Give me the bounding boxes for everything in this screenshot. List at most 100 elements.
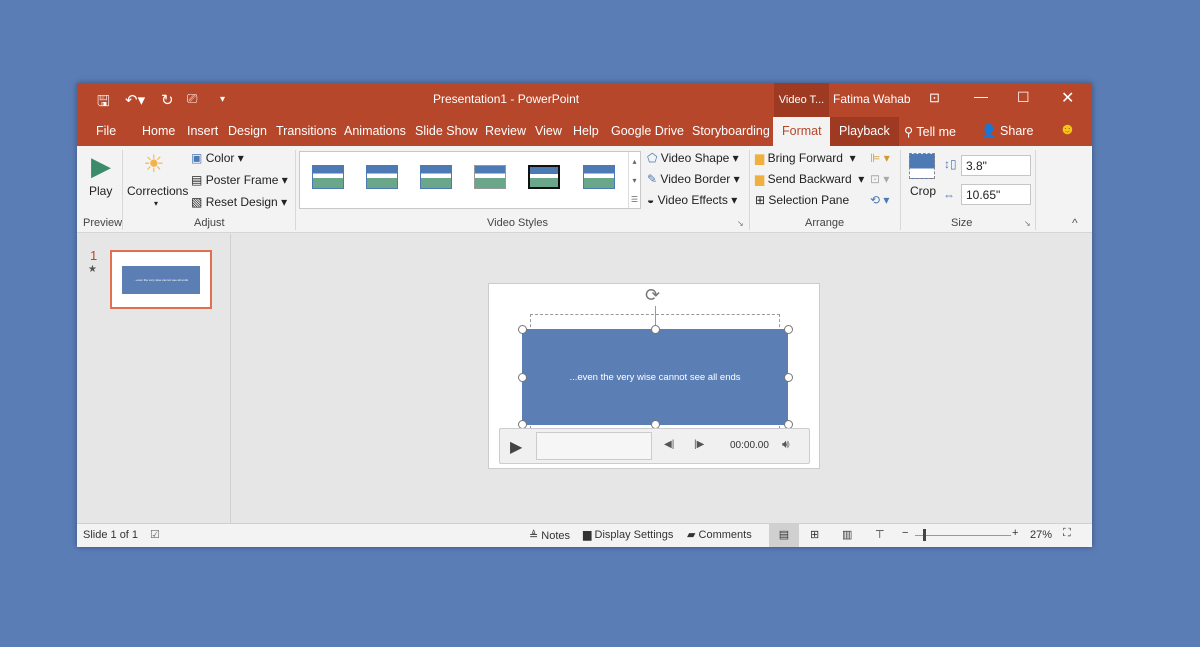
- tab-animations[interactable]: Animations: [344, 124, 406, 138]
- normal-view-button[interactable]: ▤: [769, 524, 799, 547]
- redo-icon[interactable]: ↻: [161, 91, 174, 109]
- video-styles-gallery[interactable]: ▴ ▾ ☰: [299, 151, 641, 209]
- slide-sorter-button[interactable]: ⊞: [810, 528, 819, 541]
- play-icon[interactable]: ▶: [510, 437, 522, 457]
- play-icon[interactable]: ▶: [91, 151, 111, 182]
- resize-handle[interactable]: [518, 325, 527, 334]
- powerpoint-window: 🖫 ↶▾ ↻ ⎚ ▾ Presentation1 - PowerPoint Vi…: [77, 83, 1092, 547]
- slide-thumbnail-pane: 1 ★ ...even the very wise cannot see all…: [77, 234, 231, 523]
- zoom-slider-thumb[interactable]: [923, 529, 926, 541]
- title-bar: 🖫 ↶▾ ↻ ⎚ ▾ Presentation1 - PowerPoint Vi…: [77, 83, 1092, 147]
- tab-review[interactable]: Review: [485, 124, 526, 138]
- video-style-1[interactable]: [312, 165, 344, 189]
- group-size: Size: [951, 217, 973, 229]
- customize-qa-icon[interactable]: ▾: [220, 94, 225, 105]
- send-backward-icon: ▆: [755, 172, 765, 186]
- rotate-handle-icon[interactable]: ⟳: [645, 285, 660, 306]
- time-display: 00:00.00: [730, 440, 769, 451]
- media-controls: ▶ ◀| |▶ 00:00.00 🔊︎: [499, 428, 810, 464]
- undo-icon[interactable]: ↶▾: [125, 91, 145, 109]
- resize-handle[interactable]: [651, 325, 660, 334]
- width-input[interactable]: 10.65": [961, 184, 1031, 205]
- tab-view[interactable]: View: [535, 124, 562, 138]
- send-backward-button[interactable]: ▆ Send Backward ▾: [755, 172, 864, 186]
- video-style-5[interactable]: [528, 165, 560, 189]
- spell-check-icon[interactable]: ☑: [150, 528, 160, 541]
- video-style-3[interactable]: [420, 165, 452, 189]
- selection-pane-button[interactable]: ⊞ Selection Pane: [755, 193, 849, 207]
- fit-to-window-icon[interactable]: ⛶: [1063, 527, 1071, 540]
- seek-bar[interactable]: [536, 432, 652, 460]
- reset-design-button[interactable]: ▧ Reset Design ▾: [191, 195, 287, 209]
- tab-playback[interactable]: Playback: [830, 117, 899, 146]
- video-style-6[interactable]: [583, 165, 615, 189]
- zoom-out-button[interactable]: −: [902, 527, 908, 539]
- group-video-styles: Video Styles: [487, 217, 548, 229]
- resize-handle[interactable]: [784, 373, 793, 382]
- tab-format[interactable]: Format: [773, 117, 831, 147]
- tab-design[interactable]: Design: [228, 124, 267, 138]
- share-button[interactable]: 👤 Share: [981, 124, 1033, 139]
- video-object[interactable]: ...even the very wise cannot see all end…: [522, 329, 788, 425]
- tab-google-drive[interactable]: Google Drive: [611, 124, 684, 138]
- play-button[interactable]: Play: [89, 184, 112, 198]
- tab-help[interactable]: Help: [573, 124, 599, 138]
- slide-thumbnail[interactable]: ...even the very wise cannot see all end…: [110, 250, 212, 309]
- display-settings-button[interactable]: ▆ Display Settings: [583, 528, 673, 541]
- group-icon[interactable]: ⊡ ▾: [870, 172, 889, 186]
- border-pen-icon: ✎: [647, 172, 658, 186]
- tell-me[interactable]: ⚲ Tell me: [904, 124, 956, 139]
- dialog-launcher-icon[interactable]: ↘: [737, 219, 744, 228]
- reading-view-button[interactable]: ▥: [842, 528, 852, 541]
- tab-storyboarding[interactable]: Storyboarding: [692, 124, 770, 138]
- bring-forward-icon: ▆: [755, 151, 765, 165]
- slide-canvas[interactable]: ⟳ ...even the very wise cannot see all e…: [488, 283, 820, 469]
- tab-insert[interactable]: Insert: [187, 124, 218, 138]
- comments-button[interactable]: ▰ Comments: [687, 528, 752, 541]
- collapse-ribbon-icon[interactable]: ^: [1072, 216, 1078, 230]
- ribbon-display-icon[interactable]: ⊡: [929, 90, 940, 106]
- user-name[interactable]: Fatima Wahab: [833, 92, 911, 106]
- zoom-level[interactable]: 27%: [1030, 529, 1052, 541]
- size-dialog-launcher-icon[interactable]: ↘: [1024, 219, 1031, 228]
- tab-transitions[interactable]: Transitions: [276, 124, 337, 138]
- smiley-feedback-icon[interactable]: ☻: [1059, 121, 1076, 139]
- zoom-in-button[interactable]: +: [1012, 527, 1018, 539]
- video-style-2[interactable]: [366, 165, 398, 189]
- zoom-slider[interactable]: [915, 535, 1011, 536]
- save-icon[interactable]: 🖫: [97, 91, 110, 116]
- shape-icon: ⬠: [647, 151, 658, 165]
- rotate-icon[interactable]: ⟲ ▾: [870, 193, 889, 207]
- step-back-icon[interactable]: ◀|: [664, 439, 674, 450]
- tab-slide-show[interactable]: Slide Show: [415, 124, 478, 138]
- height-input[interactable]: 3.8": [961, 155, 1031, 176]
- resize-handle[interactable]: [784, 325, 793, 334]
- tab-home[interactable]: Home: [142, 124, 175, 138]
- poster-frame-button[interactable]: ▤ Poster Frame ▾: [191, 173, 288, 187]
- resize-handle[interactable]: [518, 373, 527, 382]
- animation-star-icon: ★: [88, 264, 97, 275]
- corrections-button[interactable]: Corrections: [127, 184, 188, 198]
- tab-file[interactable]: File: [96, 124, 116, 138]
- step-forward-icon[interactable]: |▶: [694, 439, 704, 450]
- video-style-4[interactable]: [474, 165, 506, 189]
- video-border-button[interactable]: ✎ Video Border ▾: [647, 172, 740, 186]
- color-button[interactable]: ▣ Color ▾: [191, 151, 244, 165]
- crop-button[interactable]: Crop: [910, 184, 936, 198]
- volume-icon[interactable]: 🔊︎: [782, 437, 790, 452]
- present-icon[interactable]: ⎚: [187, 91, 197, 107]
- gallery-scroll[interactable]: ▴ ▾ ☰: [628, 152, 640, 208]
- group-adjust: Adjust: [194, 217, 225, 229]
- video-shape-button[interactable]: ⬠ Video Shape ▾: [647, 151, 739, 165]
- notes-button[interactable]: ≜ Notes: [529, 529, 570, 542]
- maximize-button[interactable]: ☐: [1017, 89, 1030, 106]
- bring-forward-button[interactable]: ▆ Bring Forward ▾: [755, 151, 856, 165]
- close-button[interactable]: ✕: [1061, 88, 1074, 108]
- align-icon[interactable]: ⊫ ▾: [870, 151, 890, 165]
- crop-icon[interactable]: [909, 153, 935, 179]
- slideshow-view-button[interactable]: ⊤: [875, 528, 885, 541]
- video-effects-button[interactable]: ◒ Video Effects ▾: [647, 193, 737, 207]
- share-label: Share: [1000, 124, 1034, 138]
- poster-frame-icon: ▤: [191, 173, 203, 187]
- minimize-button[interactable]: —: [974, 88, 988, 104]
